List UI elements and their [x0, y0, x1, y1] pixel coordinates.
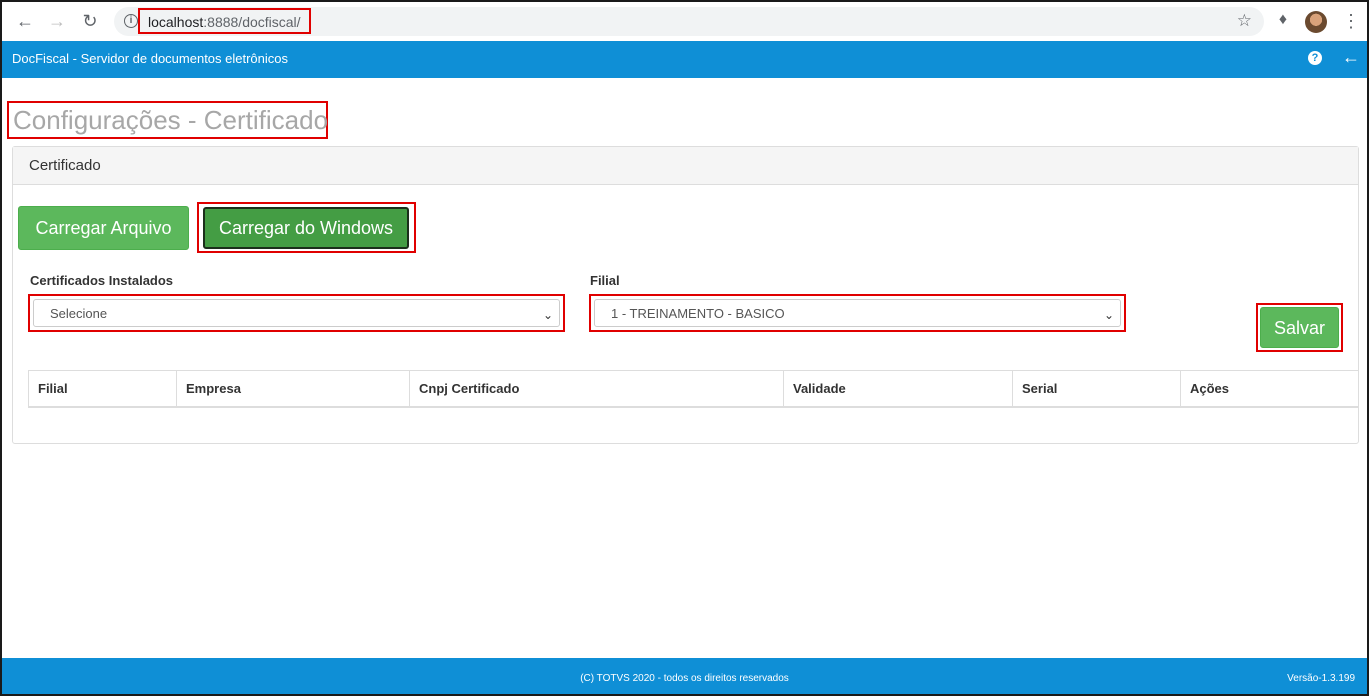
column-header-serial: Serial: [1013, 371, 1181, 406]
page-title: Configurações - Certificado: [7, 101, 328, 139]
load-windows-button[interactable]: Carregar do Windows: [203, 207, 409, 249]
branch-value: 1 - TREINAMENTO - BASICO: [611, 306, 785, 321]
installed-certificates-select[interactable]: Selecione ⌄: [33, 299, 560, 327]
copyright-text: (C) TOTVS 2020 - todos os direitos reser…: [580, 673, 789, 684]
url-host: localhost: [148, 14, 204, 30]
forward-arrow-icon[interactable]: →: [46, 10, 68, 32]
column-header-validade: Validade: [784, 371, 1013, 406]
footer: (C) TOTVS 2020 - todos os direitos reser…: [2, 658, 1367, 694]
branch-select[interactable]: 1 - TREINAMENTO - BASICO ⌄: [594, 299, 1121, 327]
panel-heading: Certificado: [13, 147, 1358, 185]
avatar[interactable]: [1305, 11, 1327, 33]
url-path: :8888/docfiscal/: [203, 14, 301, 30]
column-header-cnpj: Cnpj Certificado: [410, 371, 784, 406]
reload-icon[interactable]: ↻: [79, 10, 101, 32]
load-file-button[interactable]: Carregar Arquivo: [18, 206, 189, 250]
star-icon[interactable]: ☆: [1237, 11, 1252, 31]
certificates-table: Filial Empresa Cnpj Certificado Validade…: [28, 370, 1359, 408]
save-button[interactable]: Salvar: [1260, 307, 1339, 348]
app-header: DocFiscal - Servidor de documentos eletr…: [2, 41, 1367, 78]
extensions-icon[interactable]: ♦: [1273, 11, 1293, 31]
browser-toolbar: ← → ↻ i localhost:8888/docfiscal/ ☆ ♦ ⋮: [2, 2, 1367, 41]
address-bar[interactable]: i localhost:8888/docfiscal/ ☆: [114, 7, 1264, 36]
load-windows-highlight: Carregar do Windows: [197, 202, 416, 253]
installed-certificates-value: Selecione: [50, 306, 108, 321]
column-header-filial: Filial: [29, 371, 177, 406]
installed-certificates-highlight: Selecione ⌄: [28, 294, 565, 332]
info-icon[interactable]: i: [124, 14, 138, 28]
url-text[interactable]: localhost:8888/docfiscal/: [138, 8, 311, 34]
save-highlight: Salvar: [1256, 303, 1343, 352]
chevron-down-icon: ⌄: [542, 308, 553, 322]
more-menu-icon[interactable]: ⋮: [1342, 10, 1360, 32]
column-header-acoes: Ações: [1190, 381, 1230, 396]
version-text: Versão-1.3.199: [1287, 673, 1355, 684]
column-header-empresa: Empresa: [177, 371, 410, 406]
chevron-down-icon: ⌄: [1103, 308, 1114, 322]
installed-certificates-label: Certificados Instalados: [30, 273, 174, 288]
back-arrow-icon[interactable]: ←: [14, 10, 36, 32]
help-icon[interactable]: ?: [1308, 51, 1322, 65]
back-arrow-icon[interactable]: ←: [1342, 47, 1360, 68]
branch-highlight: 1 - TREINAMENTO - BASICO ⌄: [589, 294, 1126, 332]
app-title: DocFiscal - Servidor de documentos eletr…: [12, 51, 289, 66]
branch-label: Filial: [590, 273, 620, 288]
